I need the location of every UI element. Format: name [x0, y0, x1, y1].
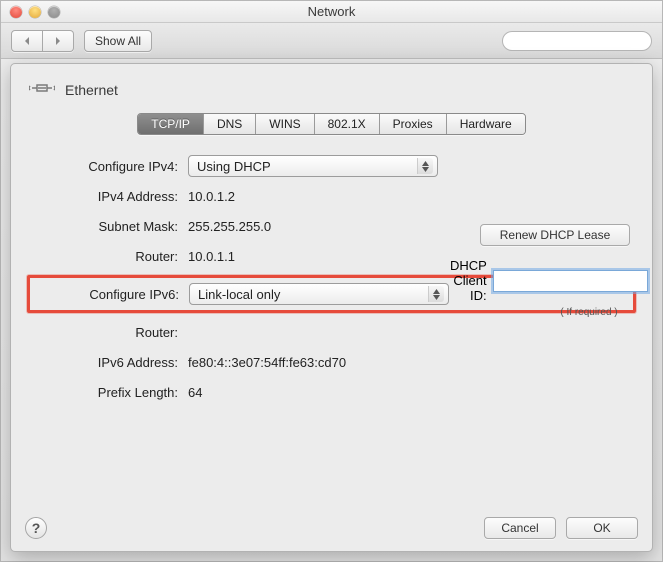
label-prefix-length: Prefix Length: [33, 385, 188, 400]
value-ipv6-address: fe80:4::3e07:54ff:fe63:cd70 [188, 355, 630, 370]
search-field[interactable] [502, 31, 652, 51]
label-ipv6-router: Router: [33, 325, 188, 340]
chevron-updown-icon [428, 286, 444, 302]
prefs-window: Network Show All Ethernet TCP/IP DNS WIN… [0, 0, 663, 562]
sheet-footer: ? Cancel OK [25, 517, 638, 539]
advanced-sheet: Ethernet TCP/IP DNS WINS 802.1X Proxies … [10, 63, 653, 552]
select-configure-ipv6-value: Link-local only [198, 287, 280, 302]
cancel-button[interactable]: Cancel [484, 517, 556, 539]
tab-wins[interactable]: WINS [256, 114, 314, 134]
label-ipv4-address: IPv4 Address: [33, 189, 188, 204]
forward-button[interactable] [43, 30, 74, 52]
select-configure-ipv6[interactable]: Link-local only [189, 283, 449, 305]
sheet-header: Ethernet [11, 64, 652, 109]
ethernet-icon [29, 78, 55, 101]
nav-back-forward [11, 30, 74, 52]
label-ipv4-router: Router: [33, 249, 188, 264]
help-button[interactable]: ? [25, 517, 47, 539]
tabbar: TCP/IP DNS WINS 802.1X Proxies Hardware [11, 113, 652, 135]
label-ipv6-address: IPv6 Address: [33, 355, 188, 370]
back-button[interactable] [11, 30, 43, 52]
label-configure-ipv6: Configure IPv6: [34, 287, 189, 302]
tab-dns[interactable]: DNS [204, 114, 256, 134]
hint-if-required: ( If required ) [548, 307, 630, 318]
window-title: Network [1, 4, 662, 19]
label-subnet-mask: Subnet Mask: [33, 219, 188, 234]
titlebar: Network [1, 1, 662, 23]
label-dhcp-client-id: DHCP Client ID: [450, 258, 493, 303]
tab-hardware[interactable]: Hardware [447, 114, 525, 134]
ok-button[interactable]: OK [566, 517, 638, 539]
tab-8021x[interactable]: 802.1X [315, 114, 380, 134]
label-configure-ipv4: Configure IPv4: [33, 159, 188, 174]
input-dhcp-client-id[interactable] [493, 270, 648, 292]
value-ipv4-address: 10.0.1.2 [188, 189, 630, 204]
renew-dhcp-button[interactable]: Renew DHCP Lease [480, 224, 630, 246]
tab-tcpip[interactable]: TCP/IP [138, 114, 204, 134]
dhcp-column: Renew DHCP Lease DHCP Client ID: ( If re… [450, 224, 630, 318]
show-all-button[interactable]: Show All [84, 30, 152, 52]
interface-name: Ethernet [65, 82, 118, 98]
search-input[interactable] [515, 34, 649, 48]
tab-proxies[interactable]: Proxies [380, 114, 447, 134]
select-configure-ipv4[interactable]: Using DHCP [188, 155, 438, 177]
toolbar: Show All [1, 23, 662, 59]
select-configure-ipv4-value: Using DHCP [197, 159, 271, 174]
value-prefix-length: 64 [188, 385, 630, 400]
chevron-updown-icon [417, 158, 433, 174]
